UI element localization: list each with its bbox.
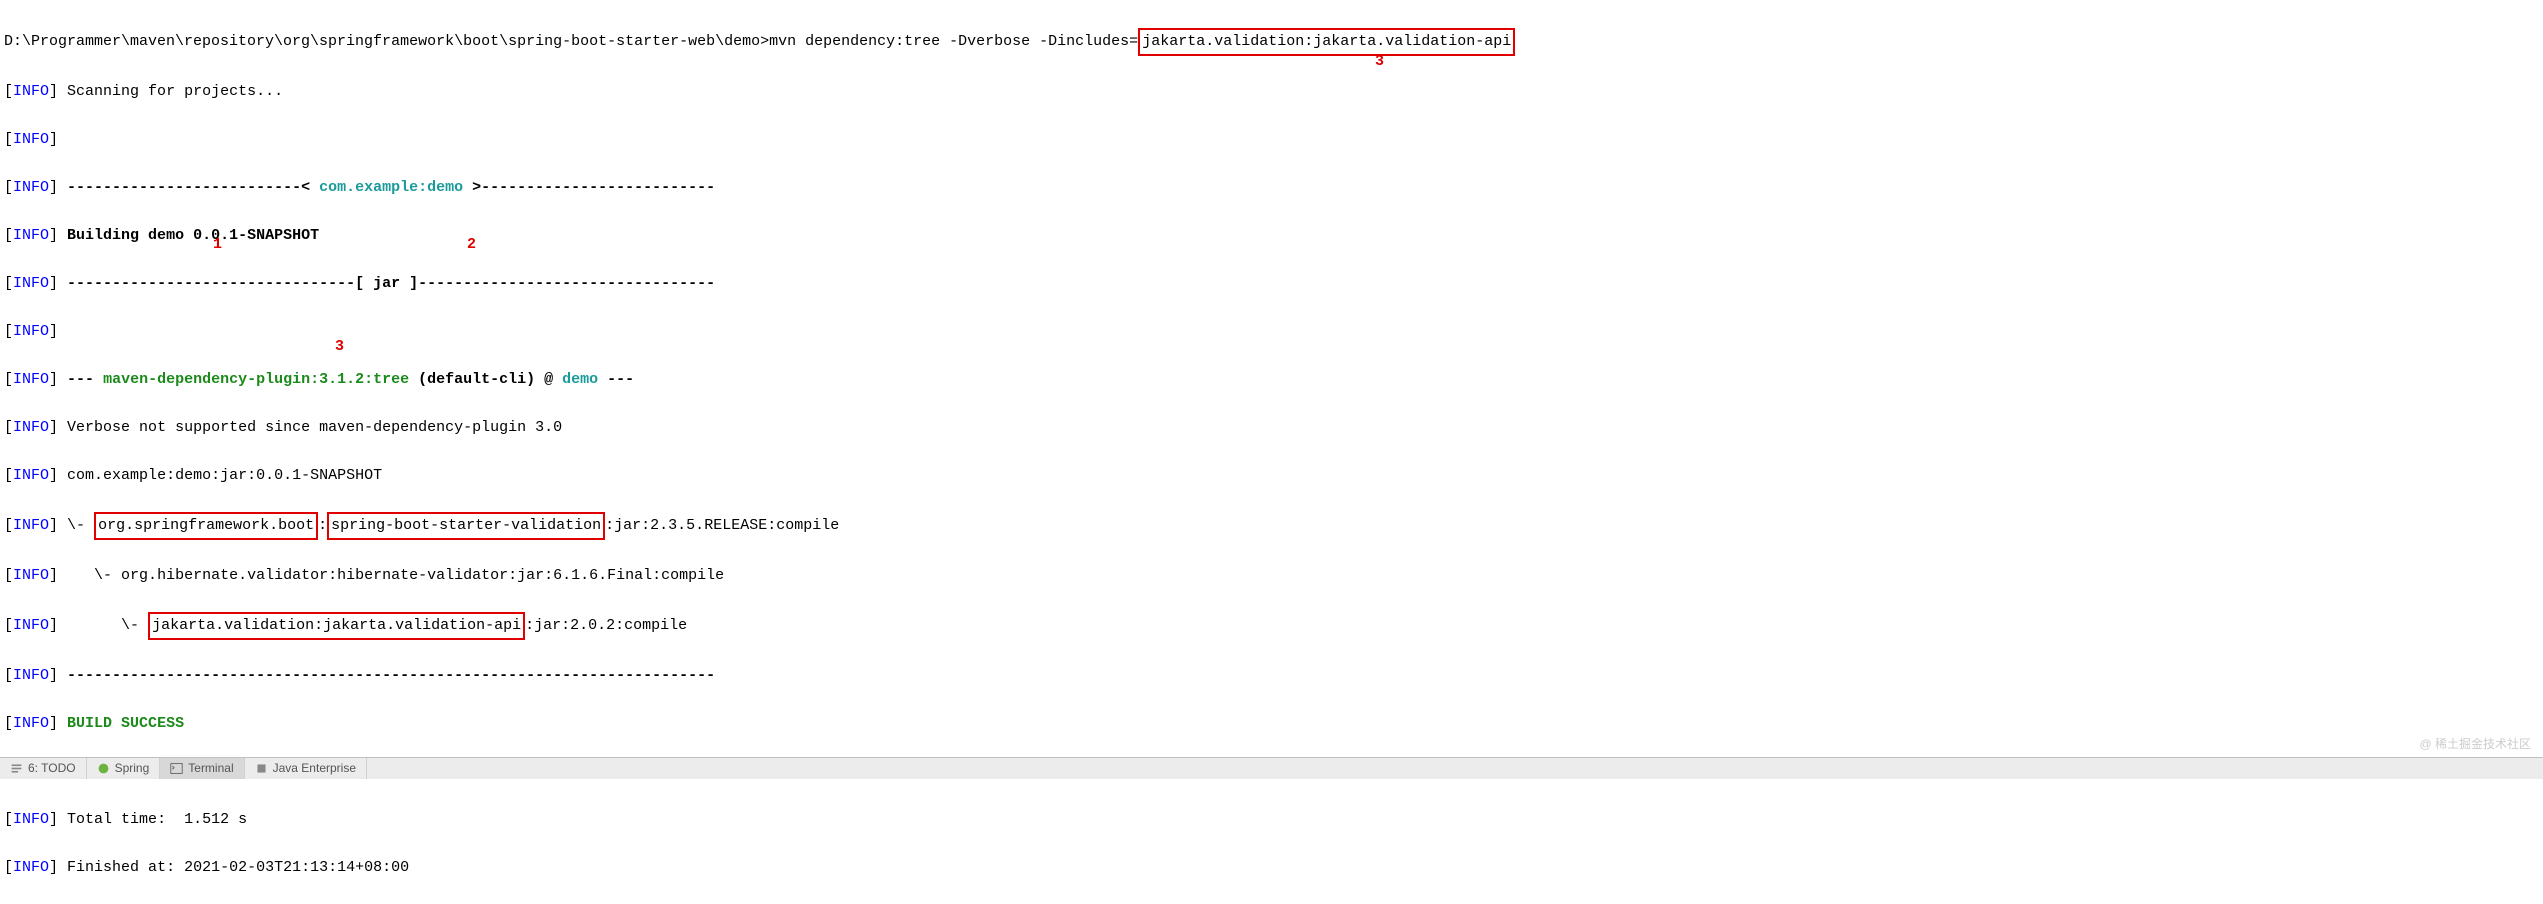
terminal-icon: [170, 762, 183, 775]
log-line: [INFO] com.example:demo:jar:0.0.1-SNAPSH…: [4, 464, 2539, 488]
info-label: INFO: [13, 83, 49, 100]
annotation-3-top: 3: [1375, 50, 1384, 74]
separator: ----------------------------------------…: [58, 667, 715, 684]
scanning-text: Scanning for projects...: [67, 83, 283, 100]
total-time: Total time: 1.512 s: [58, 811, 247, 828]
dependency-box: jakarta.validation:jakarta.validation-ap…: [148, 612, 525, 640]
command: mvn dependency:tree -Dverbose -Dincludes…: [769, 33, 1138, 50]
info-label: INFO: [13, 517, 49, 534]
info-label: INFO: [13, 275, 49, 292]
log-line: [INFO]: [4, 128, 2539, 152]
separator: >--------------------------: [463, 179, 715, 196]
info-label: INFO: [13, 859, 49, 876]
finished-at: Finished at: 2021-02-03T21:13:14+08:00: [58, 859, 409, 876]
root-artifact: com.example:demo:jar:0.0.1-SNAPSHOT: [58, 467, 382, 484]
log-line: [INFO] \- jakarta.validation:jakarta.val…: [4, 612, 2539, 640]
java-enterprise-tab[interactable]: Java Enterprise: [245, 758, 367, 779]
log-line: [INFO] --- maven-dependency-plugin:3.1.2…: [4, 368, 2539, 392]
todo-icon: [10, 762, 23, 775]
spring-tab[interactable]: Spring: [87, 758, 161, 779]
todo-label: 6: TODO: [28, 759, 76, 778]
annotation-1: 1: [213, 233, 222, 257]
java-enterprise-icon: [255, 762, 268, 775]
log-line: [INFO] --------------------------< com.e…: [4, 176, 2539, 200]
spring-label: Spring: [115, 759, 150, 778]
log-line: [INFO]: [4, 320, 2539, 344]
info-label: INFO: [13, 811, 49, 828]
includes-argument-box: jakarta.validation:jakarta.validation-ap…: [1138, 28, 1515, 56]
todo-tab[interactable]: 6: TODO: [0, 758, 87, 779]
info-label: INFO: [13, 667, 49, 684]
annotation-3-bottom: 3: [335, 335, 344, 359]
log-line: [INFO] \- org.hibernate.validator:hibern…: [4, 564, 2539, 588]
plugin-project: demo: [562, 371, 598, 388]
watermark: @ 稀土掘金技术社区: [2419, 735, 2531, 754]
info-label: INFO: [13, 131, 49, 148]
plugin-sep: ---: [58, 371, 103, 388]
annotation-2: 2: [467, 233, 476, 257]
log-line: [INFO] Total time: 1.512 s: [4, 808, 2539, 832]
info-label: INFO: [13, 617, 49, 634]
spring-icon: [97, 762, 110, 775]
colon: :: [318, 517, 327, 534]
log-line: [INFO] --------------------------------[…: [4, 272, 2539, 296]
info-label: INFO: [13, 323, 49, 340]
separator: --------------------------<: [58, 179, 319, 196]
plugin-sep: ---: [598, 371, 634, 388]
tree-branch: \-: [58, 617, 148, 634]
jar-separator: --------------------------------[ jar ]-…: [58, 275, 715, 292]
tree-branch: \-: [58, 517, 94, 534]
log-line: [INFO] Verbose not supported since maven…: [4, 416, 2539, 440]
prompt-line: D:\Programmer\maven\repository\org\sprin…: [4, 28, 2539, 56]
log-line: [INFO] ---------------------------------…: [4, 664, 2539, 688]
info-label: INFO: [13, 567, 49, 584]
verbose-warning: Verbose not supported since maven-depend…: [58, 419, 562, 436]
version-scope: :jar:2.3.5.RELEASE:compile: [605, 517, 839, 534]
building-text: Building demo 0.0.1-SNAPSHOT: [67, 227, 319, 244]
info-label: INFO: [13, 467, 49, 484]
log-line: [INFO] \- org.springframework.boot:sprin…: [4, 512, 2539, 540]
terminal-tab[interactable]: Terminal: [160, 758, 244, 779]
plugin-name: maven-dependency-plugin:3.1.2:tree: [103, 371, 409, 388]
status-bar: 6: TODO Spring Terminal Java Enterprise: [0, 757, 2543, 779]
info-label: INFO: [13, 419, 49, 436]
info-label: INFO: [13, 227, 49, 244]
terminal-label: Terminal: [188, 759, 233, 778]
plugin-mid: (default-cli) @: [409, 371, 562, 388]
info-label: INFO: [13, 715, 49, 732]
log-line: [INFO] Finished at: 2021-02-03T21:13:14+…: [4, 856, 2539, 880]
log-line: [INFO] BUILD SUCCESS: [4, 712, 2539, 736]
info-label: INFO: [13, 179, 49, 196]
project-coords: com.example:demo: [319, 179, 463, 196]
prompt-path: D:\Programmer\maven\repository\org\sprin…: [4, 33, 769, 50]
log-line: [INFO] Scanning for projects...: [4, 80, 2539, 104]
version-scope: :jar:2.0.2:compile: [525, 617, 687, 634]
java-enterprise-label: Java Enterprise: [273, 759, 356, 778]
info-label: INFO: [13, 371, 49, 388]
log-line: [INFO] Building demo 0.0.1-SNAPSHOT: [4, 224, 2539, 248]
group-id-box: org.springframework.boot: [94, 512, 318, 540]
build-success: BUILD SUCCESS: [58, 715, 184, 732]
artifact-id-box: spring-boot-starter-validation: [327, 512, 605, 540]
tree-dependency: \- org.hibernate.validator:hibernate-val…: [58, 567, 724, 584]
